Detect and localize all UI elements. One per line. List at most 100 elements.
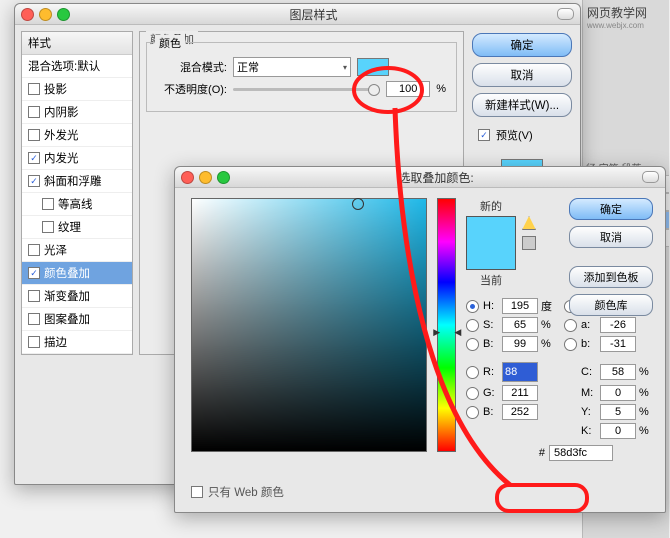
checkbox[interactable] xyxy=(42,198,54,210)
style-inner-glow[interactable]: 内发光 xyxy=(22,147,132,170)
input-k[interactable]: 0 xyxy=(600,423,636,439)
checkbox[interactable] xyxy=(42,221,54,233)
style-drop-shadow[interactable]: 投影 xyxy=(22,78,132,101)
checkbox[interactable] xyxy=(28,336,40,348)
blend-mode-label: 混合模式: xyxy=(157,59,227,75)
gamut-warning-icon[interactable] xyxy=(522,216,536,230)
hue-slider[interactable]: ▶◀ xyxy=(437,198,456,452)
styles-list: 样式 混合选项:默认 投影 内阴影 外发光 内发光 斜面和浮雕 等高线 纹理 光… xyxy=(21,31,133,355)
color-cursor-icon[interactable] xyxy=(352,198,364,210)
radio-g[interactable] xyxy=(466,387,479,400)
preview-checkbox[interactable] xyxy=(478,129,490,141)
label: 斜面和浮雕 xyxy=(44,173,102,189)
radio-b[interactable] xyxy=(466,338,479,351)
titlebar-pill-icon[interactable] xyxy=(557,8,574,20)
web-only-checkbox[interactable] xyxy=(191,486,203,498)
input-g[interactable]: 211 xyxy=(502,385,538,401)
input-b-lab[interactable]: -31 xyxy=(600,336,636,352)
close-icon[interactable] xyxy=(21,8,34,21)
label-g: G: xyxy=(483,387,499,399)
window-controls xyxy=(21,8,70,21)
style-inner-shadow[interactable]: 内阴影 xyxy=(22,101,132,124)
blend-options-label: 混合选项:默认 xyxy=(28,58,100,74)
label-c: C: xyxy=(581,366,597,378)
checkbox[interactable] xyxy=(28,106,40,118)
watermark: 网页教学网 www.webjx.com xyxy=(587,4,669,30)
opacity-input[interactable]: 100 xyxy=(386,81,430,97)
zoom-icon[interactable] xyxy=(57,8,70,21)
opacity-slider[interactable] xyxy=(233,88,380,91)
input-y[interactable]: 5 xyxy=(600,404,636,420)
style-outer-glow[interactable]: 外发光 xyxy=(22,124,132,147)
radio-r[interactable] xyxy=(466,366,479,379)
style-satin[interactable]: 光泽 xyxy=(22,239,132,262)
checkbox[interactable] xyxy=(28,175,40,187)
label: 颜色叠加 xyxy=(44,265,90,281)
label-k: K: xyxy=(581,425,597,437)
label: 图案叠加 xyxy=(44,311,90,327)
label-s: S: xyxy=(483,319,499,331)
input-b-rgb[interactable]: 252 xyxy=(502,404,538,420)
checkbox[interactable] xyxy=(28,244,40,256)
checkbox[interactable] xyxy=(28,83,40,95)
gamut-warnings xyxy=(522,214,536,288)
web-colors-only[interactable]: 只有 Web 颜色 xyxy=(191,484,284,500)
color-picker-titlebar[interactable]: 选取叠加颜色: xyxy=(175,167,665,188)
style-pattern-overlay[interactable]: 图案叠加 xyxy=(22,308,132,331)
color-picker-dialog: 选取叠加颜色: ▶◀ 新的 当前 确定 取消 xyxy=(174,166,666,513)
color-preview-box[interactable] xyxy=(466,216,516,270)
style-gradient-overlay[interactable]: 渐变叠加 xyxy=(22,285,132,308)
chevron-down-icon: ▾ xyxy=(343,63,347,72)
checkbox[interactable] xyxy=(28,129,40,141)
minimize-icon[interactable] xyxy=(39,8,52,21)
websafe-warning-icon[interactable] xyxy=(522,236,536,250)
style-contour[interactable]: 等高线 xyxy=(22,193,132,216)
label: 外发光 xyxy=(44,127,79,143)
blend-mode-select[interactable]: 正常 ▾ xyxy=(233,57,351,77)
unit-y: % xyxy=(639,406,653,418)
input-s[interactable]: 65 xyxy=(502,317,538,333)
close-icon[interactable] xyxy=(181,171,194,184)
ok-button[interactable]: 确定 xyxy=(569,198,653,220)
blend-options-row[interactable]: 混合选项:默认 xyxy=(22,55,132,78)
checkbox[interactable] xyxy=(28,267,40,279)
input-b-hsb[interactable]: 99 xyxy=(502,336,538,352)
checkbox[interactable] xyxy=(28,313,40,325)
color-field[interactable] xyxy=(191,198,427,452)
titlebar-pill-icon[interactable] xyxy=(642,171,659,183)
overlay-color-swatch[interactable] xyxy=(357,58,389,76)
styles-header[interactable]: 样式 xyxy=(22,32,132,55)
radio-b-lab[interactable] xyxy=(564,338,577,351)
hex-input[interactable]: 58d3fc xyxy=(549,445,613,461)
input-r[interactable]: 88 xyxy=(502,362,538,382)
radio-h[interactable] xyxy=(466,300,479,313)
preview-toggle[interactable]: 预览(V) xyxy=(472,127,572,143)
cancel-button[interactable]: 取消 xyxy=(472,63,572,87)
ok-button[interactable]: 确定 xyxy=(472,33,572,57)
layer-style-titlebar[interactable]: 图层样式 xyxy=(15,4,580,25)
add-swatch-button[interactable]: 添加到色板 xyxy=(569,266,653,288)
label: 内发光 xyxy=(44,150,79,166)
hex-prefix: # xyxy=(539,447,545,459)
color-libraries-button[interactable]: 颜色库 xyxy=(569,294,653,316)
checkbox[interactable] xyxy=(28,152,40,164)
slider-thumb-icon[interactable] xyxy=(368,84,380,96)
checkbox[interactable] xyxy=(28,290,40,302)
input-m[interactable]: 0 xyxy=(600,385,636,401)
style-texture[interactable]: 纹理 xyxy=(22,216,132,239)
style-color-overlay[interactable]: 颜色叠加 xyxy=(22,262,132,285)
color-picker-title: 选取叠加颜色: xyxy=(230,169,642,186)
input-h[interactable]: 195 xyxy=(502,298,538,314)
input-a[interactable]: -26 xyxy=(600,317,636,333)
input-c[interactable]: 58 xyxy=(600,364,636,380)
color-group-label: 颜色 xyxy=(155,35,185,51)
new-style-button[interactable]: 新建样式(W)... xyxy=(472,93,572,117)
radio-b-rgb[interactable] xyxy=(466,406,479,419)
minimize-icon[interactable] xyxy=(199,171,212,184)
zoom-icon[interactable] xyxy=(217,171,230,184)
radio-s[interactable] xyxy=(466,319,479,332)
style-stroke[interactable]: 描边 xyxy=(22,331,132,354)
style-bevel-emboss[interactable]: 斜面和浮雕 xyxy=(22,170,132,193)
radio-a[interactable] xyxy=(564,319,577,332)
cancel-button[interactable]: 取消 xyxy=(569,226,653,248)
